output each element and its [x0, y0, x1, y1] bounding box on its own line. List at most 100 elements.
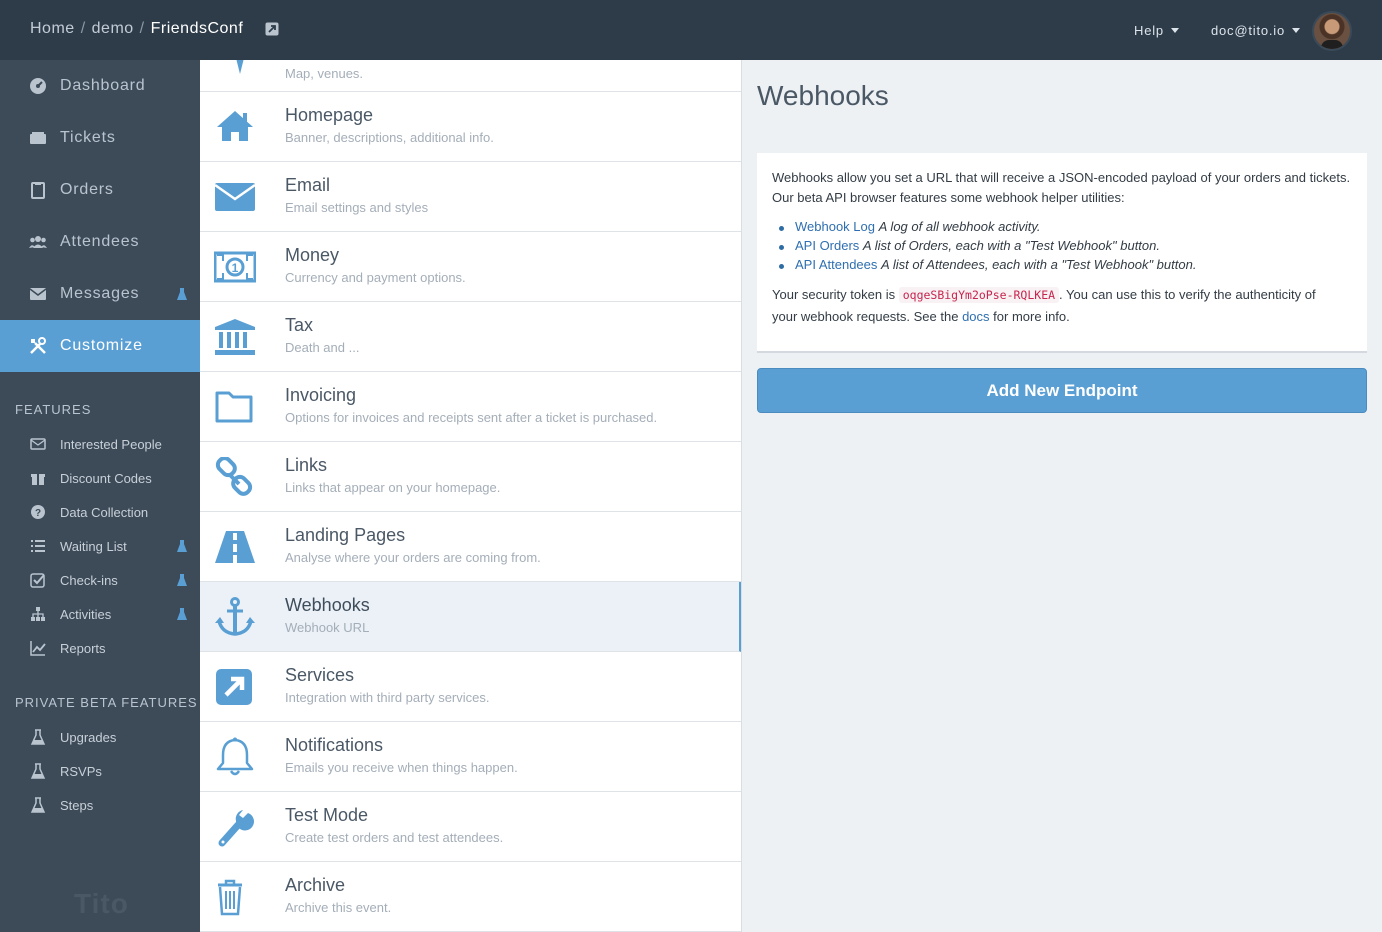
flask-icon [30, 797, 46, 813]
envelope-outline-icon [30, 438, 46, 450]
bank-icon [215, 319, 255, 355]
breadcrumb-home[interactable]: Home [30, 20, 75, 38]
sidebar-item-activities[interactable]: Activities [0, 597, 200, 631]
settings-item-subtitle: Options for invoices and receipts sent a… [285, 410, 658, 425]
settings-item-subtitle: Integration with third party services. [285, 690, 490, 705]
sidebar-item-label: Orders [60, 181, 114, 198]
settings-item-tax[interactable]: Tax Death and ... [200, 302, 741, 372]
helper-links-list: Webhook Log A log of all webhook activit… [778, 219, 1197, 276]
settings-item-subtitle: Emails you receive when things happen. [285, 760, 518, 775]
flask-icon [177, 574, 187, 586]
sitemap-icon [31, 607, 45, 621]
sidebar-item-steps[interactable]: Steps [0, 788, 200, 822]
trash-icon [218, 879, 242, 916]
settings-item-location[interactable]: Map, venues. [200, 60, 741, 92]
token-prefix: Your security token is [772, 287, 896, 302]
envelope-icon [214, 183, 256, 211]
settings-item-notifications[interactable]: Notifications Emails you receive when th… [200, 722, 741, 792]
settings-item-subtitle: Map, venues. [285, 66, 364, 81]
sidebar-item-check-ins[interactable]: Check-ins [0, 563, 200, 597]
settings-item-test-mode[interactable]: Test Mode Create test orders and test at… [200, 792, 741, 862]
settings-item-services[interactable]: Services Integration with third party se… [200, 652, 741, 722]
flask-icon [30, 729, 46, 745]
list-item: Webhook Log A log of all webhook activit… [778, 219, 1196, 238]
settings-item-archive[interactable]: Archive Archive this event. [200, 862, 741, 932]
chevron-down-icon [1170, 28, 1179, 33]
list-item: API Attendees A list of Attendees, each … [778, 257, 1197, 276]
sidebar-item-attendees[interactable]: Attendees [0, 216, 200, 268]
add-new-endpoint-button[interactable]: Add New Endpoint [757, 368, 1367, 413]
sidebar-item-data-collection[interactable]: ? Data Collection [0, 495, 200, 529]
settings-item-links[interactable]: Links Links that appear on your homepage… [200, 442, 741, 512]
breadcrumb-event[interactable]: FriendsConf [151, 20, 244, 38]
security-token[interactable]: oqgeSBigYm2oPse-RQLKEA [898, 287, 1060, 303]
settings-item-email[interactable]: Email Email settings and styles [200, 162, 741, 232]
sidebar-item-reports[interactable]: Reports [0, 631, 200, 665]
settings-item-title: Email [285, 175, 331, 195]
sidebar-item-messages[interactable]: Messages [0, 268, 200, 320]
gift-icon [31, 474, 45, 485]
sidebar-item-label: Customize [60, 337, 143, 354]
breadcrumb-separator: / [80, 20, 86, 37]
svg-text:1: 1 [232, 261, 239, 275]
flask-icon [177, 540, 187, 552]
settings-item-subtitle: Webhook URL [285, 620, 370, 635]
sidebar-item-discount-codes[interactable]: Discount Codes [0, 461, 200, 495]
money-icon: 1 [214, 251, 256, 283]
link-description: A list of Attendees, each with a "Test W… [881, 257, 1197, 272]
help-menu[interactable]: Help [1134, 23, 1179, 38]
sidebar-item-waiting-list[interactable]: Waiting List [0, 529, 200, 563]
settings-item-subtitle: Death and ... [285, 340, 360, 355]
settings-item-landing-pages[interactable]: Landing Pages Analyse where your orders … [200, 512, 741, 582]
breadcrumb: Home / demo / FriendsConf [30, 20, 279, 38]
help-label: Help [1134, 23, 1164, 38]
webhooks-intro: Webhooks allow you set a URL that will r… [772, 168, 1357, 208]
external-link-icon[interactable] [265, 22, 279, 36]
sidebar-item-label: Check-ins [60, 573, 118, 588]
flask-icon [177, 608, 187, 620]
sidebar-item-upgrades[interactable]: Upgrades [0, 720, 200, 754]
sidebar-item-customize[interactable]: Customize [0, 320, 200, 372]
folder-icon [215, 391, 253, 423]
sidebar-item-label: Reports [60, 641, 106, 656]
api-orders-link[interactable]: API Orders [795, 238, 859, 253]
list-icon [31, 540, 45, 552]
user-email: doc@tito.io [1211, 23, 1286, 38]
avatar[interactable] [1312, 11, 1352, 51]
sidebar-item-rsvps[interactable]: RSVPs [0, 754, 200, 788]
settings-list: Map, venues. Homepage Banner, descriptio… [200, 60, 742, 932]
flask-icon [30, 763, 46, 779]
settings-item-webhooks[interactable]: Webhooks Webhook URL [200, 582, 741, 652]
top-bar: Home / demo / FriendsConf Help doc@tito.… [0, 0, 1382, 60]
users-icon [29, 236, 47, 248]
sidebar-item-label: Attendees [60, 233, 140, 250]
settings-item-invoicing[interactable]: Invoicing Options for invoices and recei… [200, 372, 741, 442]
wrench-icon [218, 810, 254, 847]
webhooks-info-panel: Webhooks allow you set a URL that will r… [757, 153, 1367, 353]
settings-item-homepage[interactable]: Homepage Banner, descriptions, additiona… [200, 92, 741, 162]
docs-line-suffix: for more info. [993, 309, 1070, 324]
features-heading: FEATURES [15, 402, 92, 417]
chevron-down-icon [1292, 28, 1301, 33]
api-attendees-link[interactable]: API Attendees [795, 257, 877, 272]
line-chart-icon [30, 641, 46, 656]
tools-icon [30, 337, 46, 354]
settings-item-title: Homepage [285, 105, 374, 125]
sidebar-item-dashboard[interactable]: Dashboard [0, 60, 200, 112]
webhook-log-link[interactable]: Webhook Log [795, 219, 875, 234]
sidebar-item-label: Waiting List [60, 539, 127, 554]
settings-item-subtitle: Currency and payment options. [285, 270, 466, 285]
user-menu[interactable]: doc@tito.io [1211, 23, 1301, 38]
settings-item-subtitle: Analyse where your orders are coming fro… [285, 550, 541, 565]
sidebar-item-label: Data Collection [60, 505, 149, 520]
sidebar-item-tickets[interactable]: Tickets [0, 112, 200, 164]
breadcrumb-org[interactable]: demo [92, 20, 134, 38]
docs-link[interactable]: docs [962, 309, 989, 324]
settings-item-title: Webhooks [285, 595, 370, 615]
page-title: Webhooks [757, 80, 889, 111]
sidebar-item-orders[interactable]: Orders [0, 164, 200, 216]
security-token-text: Your security token is oqgeSBigYm2oPse-R… [772, 284, 1357, 327]
sidebar-item-label: Steps [60, 798, 94, 813]
settings-item-money[interactable]: 1 Money Currency and payment options. [200, 232, 741, 302]
sidebar-item-interested-people[interactable]: Interested People [0, 427, 200, 461]
